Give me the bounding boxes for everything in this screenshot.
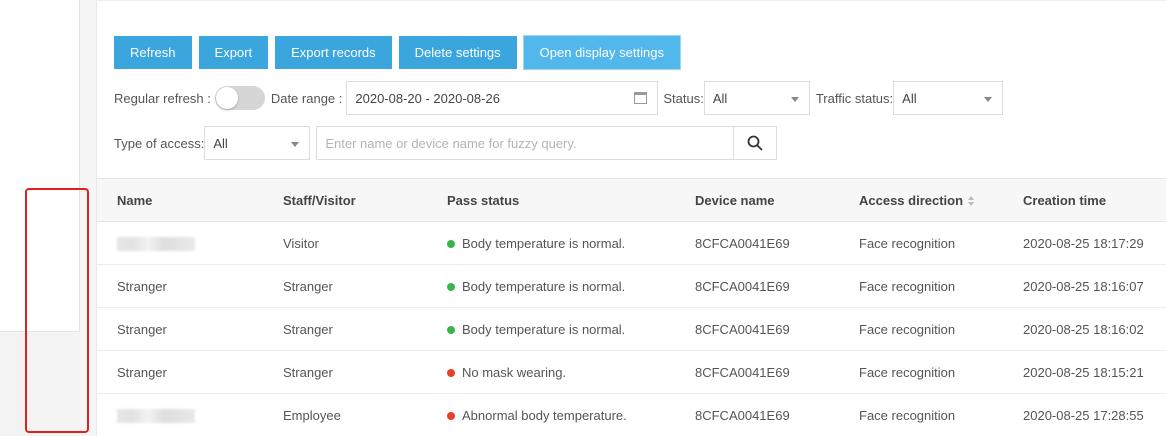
date-range-value: 2020-08-20 - 2020-08-26 <box>355 90 500 106</box>
staff-cell: Stranger <box>263 264 427 308</box>
staff-cell: Employee <box>263 393 427 436</box>
filter-row-1: Regular refresh : Date range : 2020-08-2… <box>114 81 1004 115</box>
filter-row-2: Type of access: All Enter name or device… <box>114 126 778 160</box>
table-row[interactable]: Stranger Stranger No mask wearing. 8CFCA… <box>97 350 1166 394</box>
traffic-status-select[interactable]: All <box>893 81 1004 115</box>
column-header-creation-time: Creation time <box>1003 178 1166 222</box>
regular-refresh-label: Regular refresh : <box>114 90 211 106</box>
status-text: Body temperature is normal. <box>462 235 626 251</box>
date-range-label: Date range : <box>270 90 343 106</box>
status-text: Body temperature is normal. <box>462 278 626 294</box>
name-cell: Stranger <box>97 350 263 394</box>
staff-cell: Stranger <box>263 350 427 394</box>
status-cell: Body temperature is normal. <box>427 264 675 308</box>
search-icon <box>747 135 763 151</box>
status-text: Body temperature is normal. <box>462 321 626 337</box>
direction-cell: Face recognition <box>839 264 1003 308</box>
table-row[interactable]: Stranger Stranger Body temperature is no… <box>97 307 1166 351</box>
search-input[interactable]: Enter name or device name for fuzzy quer… <box>316 126 735 160</box>
status-dot-icon <box>447 239 455 248</box>
time-cell: 2020-08-25 18:17:29 <box>1003 221 1166 265</box>
date-range-picker[interactable]: 2020-08-20 - 2020-08-26 <box>346 81 659 115</box>
column-header-staff-visitor: Staff/Visitor <box>263 178 427 222</box>
time-cell: 2020-08-25 18:15:21 <box>1003 350 1166 394</box>
type-of-access-value: All <box>213 135 228 151</box>
time-cell: 2020-08-25 17:28:55 <box>1003 393 1166 436</box>
status-dot-icon <box>447 325 455 334</box>
table-header-row: Name Staff/Visitor Pass status Device na… <box>97 178 1166 222</box>
open-display-settings-button[interactable]: Open display settings <box>523 36 680 69</box>
table-row[interactable]: Stranger Stranger Body temperature is no… <box>97 264 1166 308</box>
status-cell: Abnormal body temperature. <box>427 393 675 436</box>
traffic-status-label: Traffic status: <box>815 90 894 106</box>
column-header-device-name: Device name <box>675 178 839 222</box>
sort-icon[interactable] <box>968 195 975 207</box>
traffic-status-value: All <box>902 90 917 106</box>
name-cell: Stranger <box>97 307 263 351</box>
column-header-access-direction[interactable]: Access direction <box>839 178 1003 222</box>
staff-cell: Stranger <box>263 307 427 351</box>
direction-cell: Face recognition <box>839 393 1003 436</box>
staff-cell: Visitor <box>263 221 427 265</box>
direction-cell: Face recognition <box>839 221 1003 265</box>
redacted-name <box>117 236 195 251</box>
toolbar: Refresh Export Export records Delete set… <box>114 36 680 69</box>
type-of-access-select[interactable]: All <box>204 126 311 160</box>
export-records-button[interactable]: Export records <box>275 36 392 69</box>
chevron-down-icon <box>790 97 799 102</box>
export-button[interactable]: Export <box>198 36 269 69</box>
status-dot-icon <box>447 411 455 420</box>
redacted-name <box>117 408 195 423</box>
records-table: Name Staff/Visitor Pass status Device na… <box>97 178 1166 436</box>
highlight-frame <box>25 188 89 433</box>
status-dot-icon <box>447 282 455 291</box>
calendar-icon <box>634 92 648 104</box>
status-cell: Body temperature is normal. <box>427 307 675 351</box>
time-cell: 2020-08-25 18:16:02 <box>1003 307 1166 351</box>
name-cell <box>97 221 263 265</box>
direction-cell: Face recognition <box>839 307 1003 351</box>
regular-refresh-toggle[interactable] <box>214 86 265 110</box>
status-cell: No mask wearing. <box>427 350 675 394</box>
device-cell: 8CFCA0041E69 <box>675 307 839 351</box>
status-select[interactable]: All <box>703 81 810 115</box>
search-button[interactable] <box>734 126 778 160</box>
toggle-knob <box>215 87 238 109</box>
status-label: Status: <box>663 90 704 106</box>
name-cell <box>97 393 263 436</box>
delete-settings-button[interactable]: Delete settings <box>398 36 517 69</box>
column-header-pass-status: Pass status <box>427 178 675 222</box>
device-cell: 8CFCA0041E69 <box>675 221 839 265</box>
status-text: No mask wearing. <box>462 364 567 380</box>
status-text: Abnormal body temperature. <box>462 407 627 423</box>
status-value: All <box>712 90 728 106</box>
device-cell: 8CFCA0041E69 <box>675 393 839 436</box>
table-row[interactable]: Visitor Body temperature is normal. 8CFC… <box>97 221 1166 265</box>
table-row[interactable]: Employee Abnormal body temperature. 8CFC… <box>97 393 1166 436</box>
main-content: Refresh Export Export records Delete set… <box>96 0 1166 436</box>
name-cell: Stranger <box>97 264 263 308</box>
refresh-button[interactable]: Refresh <box>114 36 192 69</box>
device-cell: 8CFCA0041E69 <box>675 264 839 308</box>
status-dot-icon <box>447 368 455 377</box>
search-placeholder: Enter name or device name for fuzzy quer… <box>325 135 577 151</box>
type-of-access-label: Type of access: <box>114 135 205 151</box>
chevron-down-icon <box>984 97 993 102</box>
status-cell: Body temperature is normal. <box>427 221 675 265</box>
time-cell: 2020-08-25 18:16:07 <box>1003 264 1166 308</box>
chevron-down-icon <box>291 142 300 147</box>
device-cell: 8CFCA0041E69 <box>675 350 839 394</box>
direction-cell: Face recognition <box>839 350 1003 394</box>
column-header-name: Name <box>97 178 263 222</box>
access-direction-label: Access direction <box>859 192 964 208</box>
